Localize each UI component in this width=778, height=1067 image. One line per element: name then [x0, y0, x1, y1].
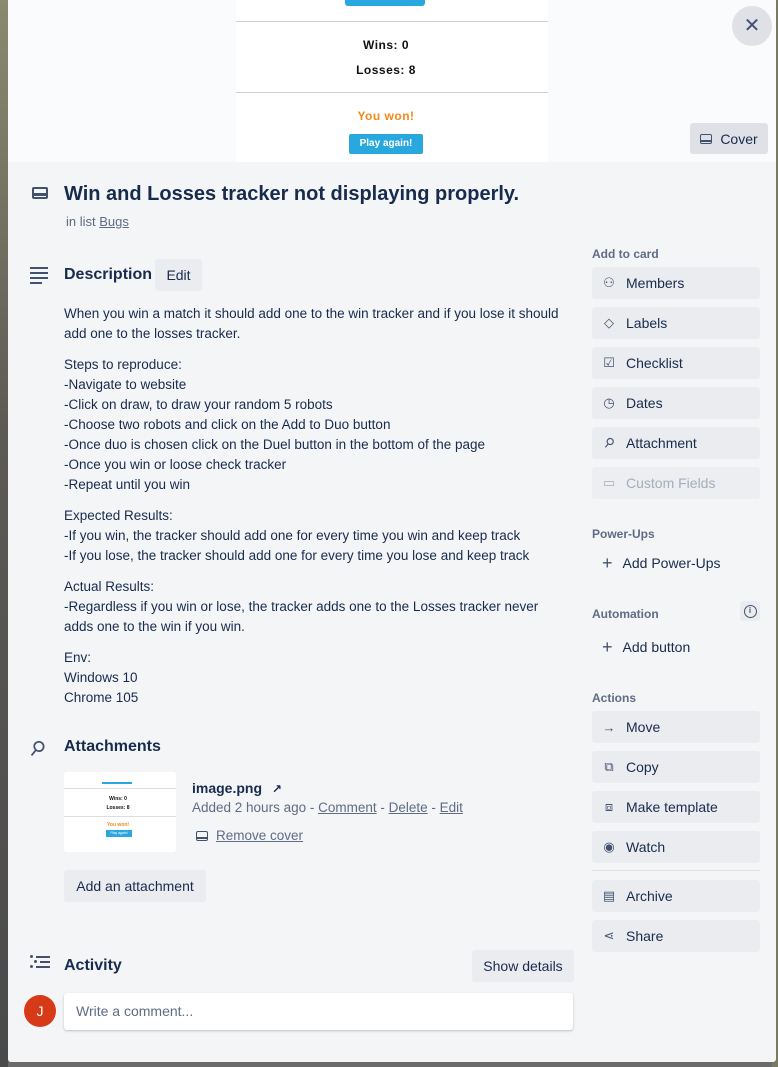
attachment-added-time: Added 2 hours ago [192, 800, 307, 815]
cover-image[interactable]: Wins: 0 Losses: 8 You won! Play again! [236, 0, 548, 162]
info-icon: i [743, 604, 757, 618]
paperclip-icon: ⚲ [24, 735, 50, 763]
in-list-prefix: in list [66, 214, 96, 229]
cover-result-text: You won! [357, 109, 415, 123]
cover-image-top-bar [345, 0, 425, 6]
thumb-losses-text: Losses: 8 [106, 805, 130, 811]
attachments-heading: Attachments [64, 738, 161, 755]
field-icon: ▭ [602, 475, 616, 490]
attachment-button[interactable]: ⚲ Attachment [592, 427, 760, 459]
divider [64, 816, 176, 817]
tag-icon: ◇ [604, 315, 614, 330]
archive-icon: ▤ [602, 888, 616, 903]
cover-button[interactable]: Cover [690, 123, 768, 154]
activity-icon [30, 955, 50, 968]
clock-icon: ◷ [603, 395, 615, 410]
attachment-meta: Added 2 hours ago - Comment - Delete - E… [192, 800, 463, 815]
custom-fields-button[interactable]: ▭ Custom Fields [592, 467, 760, 499]
cover-losses-text: Losses: 8 [356, 63, 416, 77]
divider [236, 92, 548, 93]
plus-icon: + [602, 552, 613, 573]
description-heading: Description [64, 266, 153, 283]
thumb-result-text: You won! [106, 822, 130, 828]
description-paragraph: Actual Results: -Regardless if you win o… [64, 579, 539, 634]
add-attachment-button[interactable]: Add an attachment [64, 870, 206, 902]
card-title[interactable]: Win and Losses tracker not displaying pr… [64, 183, 519, 206]
description-edit-button[interactable]: Edit [155, 259, 202, 291]
thumb-play-again: Play again! [106, 830, 132, 837]
card-cover: Wins: 0 Losses: 8 You won! Play again! ✕… [8, 0, 776, 162]
attachment-delete-link[interactable]: Delete [389, 800, 428, 815]
description-body[interactable]: When you win a match it should add one t… [64, 304, 564, 719]
add-button-button[interactable]: + Add button [592, 631, 760, 663]
archive-button[interactable]: ▤ Archive [592, 880, 760, 912]
checklist-button[interactable]: ☑ Checklist [592, 347, 760, 379]
description-paragraph: Steps to reproduce: -Navigate to website… [64, 357, 486, 492]
avatar[interactable]: J [24, 995, 56, 1027]
description-paragraph: When you win a match it should add one t… [64, 306, 559, 341]
dates-button[interactable]: ◷ Dates [592, 387, 760, 419]
person-icon: ⚇ [603, 275, 615, 290]
card-detail-modal: Wins: 0 Losses: 8 You won! Play again! ✕… [8, 0, 776, 1062]
board-backdrop [0, 0, 8, 1067]
eye-icon: ◉ [603, 839, 615, 854]
close-icon: ✕ [743, 15, 761, 37]
description-icon [30, 267, 48, 287]
divider [236, 21, 548, 22]
power-ups-heading: Power-Ups [592, 527, 655, 541]
move-button[interactable]: → Move [592, 711, 760, 743]
copy-button[interactable]: ⧉ Copy [592, 751, 760, 783]
card-icon [700, 133, 713, 144]
card-icon [196, 830, 208, 841]
automation-heading: Automation [592, 607, 659, 621]
attachment-name[interactable]: image.png ↗ [192, 780, 282, 796]
labels-button[interactable]: ◇ Labels [592, 307, 760, 339]
share-icon: ⋖ [603, 928, 615, 943]
share-button[interactable]: ⋖ Share [592, 920, 760, 952]
divider [592, 870, 760, 871]
arrow-right-icon: → [602, 719, 616, 735]
comment-input[interactable]: Write a comment... [64, 993, 573, 1030]
description-paragraph: Env: Windows 10 Chrome 105 [64, 650, 139, 705]
make-template-button[interactable]: ⧈ Make template [592, 791, 760, 823]
watch-button[interactable]: ◉ Watch [592, 831, 760, 863]
attachment-comment-link[interactable]: Comment [318, 800, 377, 815]
show-details-button[interactable]: Show details [472, 950, 574, 982]
thumb-top-bar [102, 782, 132, 784]
description-paragraph: Expected Results: -If you win, the track… [64, 508, 530, 563]
automation-info-button[interactable]: i [740, 601, 760, 621]
thumb-wins-text: Wins: 0 [109, 796, 127, 802]
cover-button-label: Cover [720, 130, 758, 147]
attachment-thumbnail[interactable]: Wins: 0 Losses: 8 You won! Play again! [64, 772, 176, 852]
card-icon [32, 187, 48, 199]
list-link[interactable]: Bugs [99, 214, 129, 229]
plus-icon: + [602, 636, 613, 657]
add-power-ups-button[interactable]: + Add Power-Ups [592, 547, 760, 579]
divider [64, 788, 176, 789]
remove-cover-link[interactable]: Remove cover [196, 828, 303, 843]
add-to-card-heading: Add to card [592, 247, 659, 261]
attachment-edit-link[interactable]: Edit [440, 800, 463, 815]
cover-play-again-button: Play again! [349, 134, 423, 154]
copy-icon: ⧉ [604, 759, 614, 774]
cover-wins-text: Wins: 0 [362, 38, 410, 52]
members-button[interactable]: ⚇ Members [592, 267, 760, 299]
paperclip-icon: ⚲ [600, 433, 618, 452]
actions-heading: Actions [592, 691, 637, 705]
close-button[interactable]: ✕ [732, 6, 772, 46]
list-breadcrumb: in list Bugs [66, 214, 129, 229]
template-icon: ⧈ [604, 799, 614, 814]
checkbox-icon: ☑ [603, 355, 615, 370]
activity-heading: Activity [64, 957, 122, 974]
external-link-icon: ↗ [271, 782, 282, 796]
